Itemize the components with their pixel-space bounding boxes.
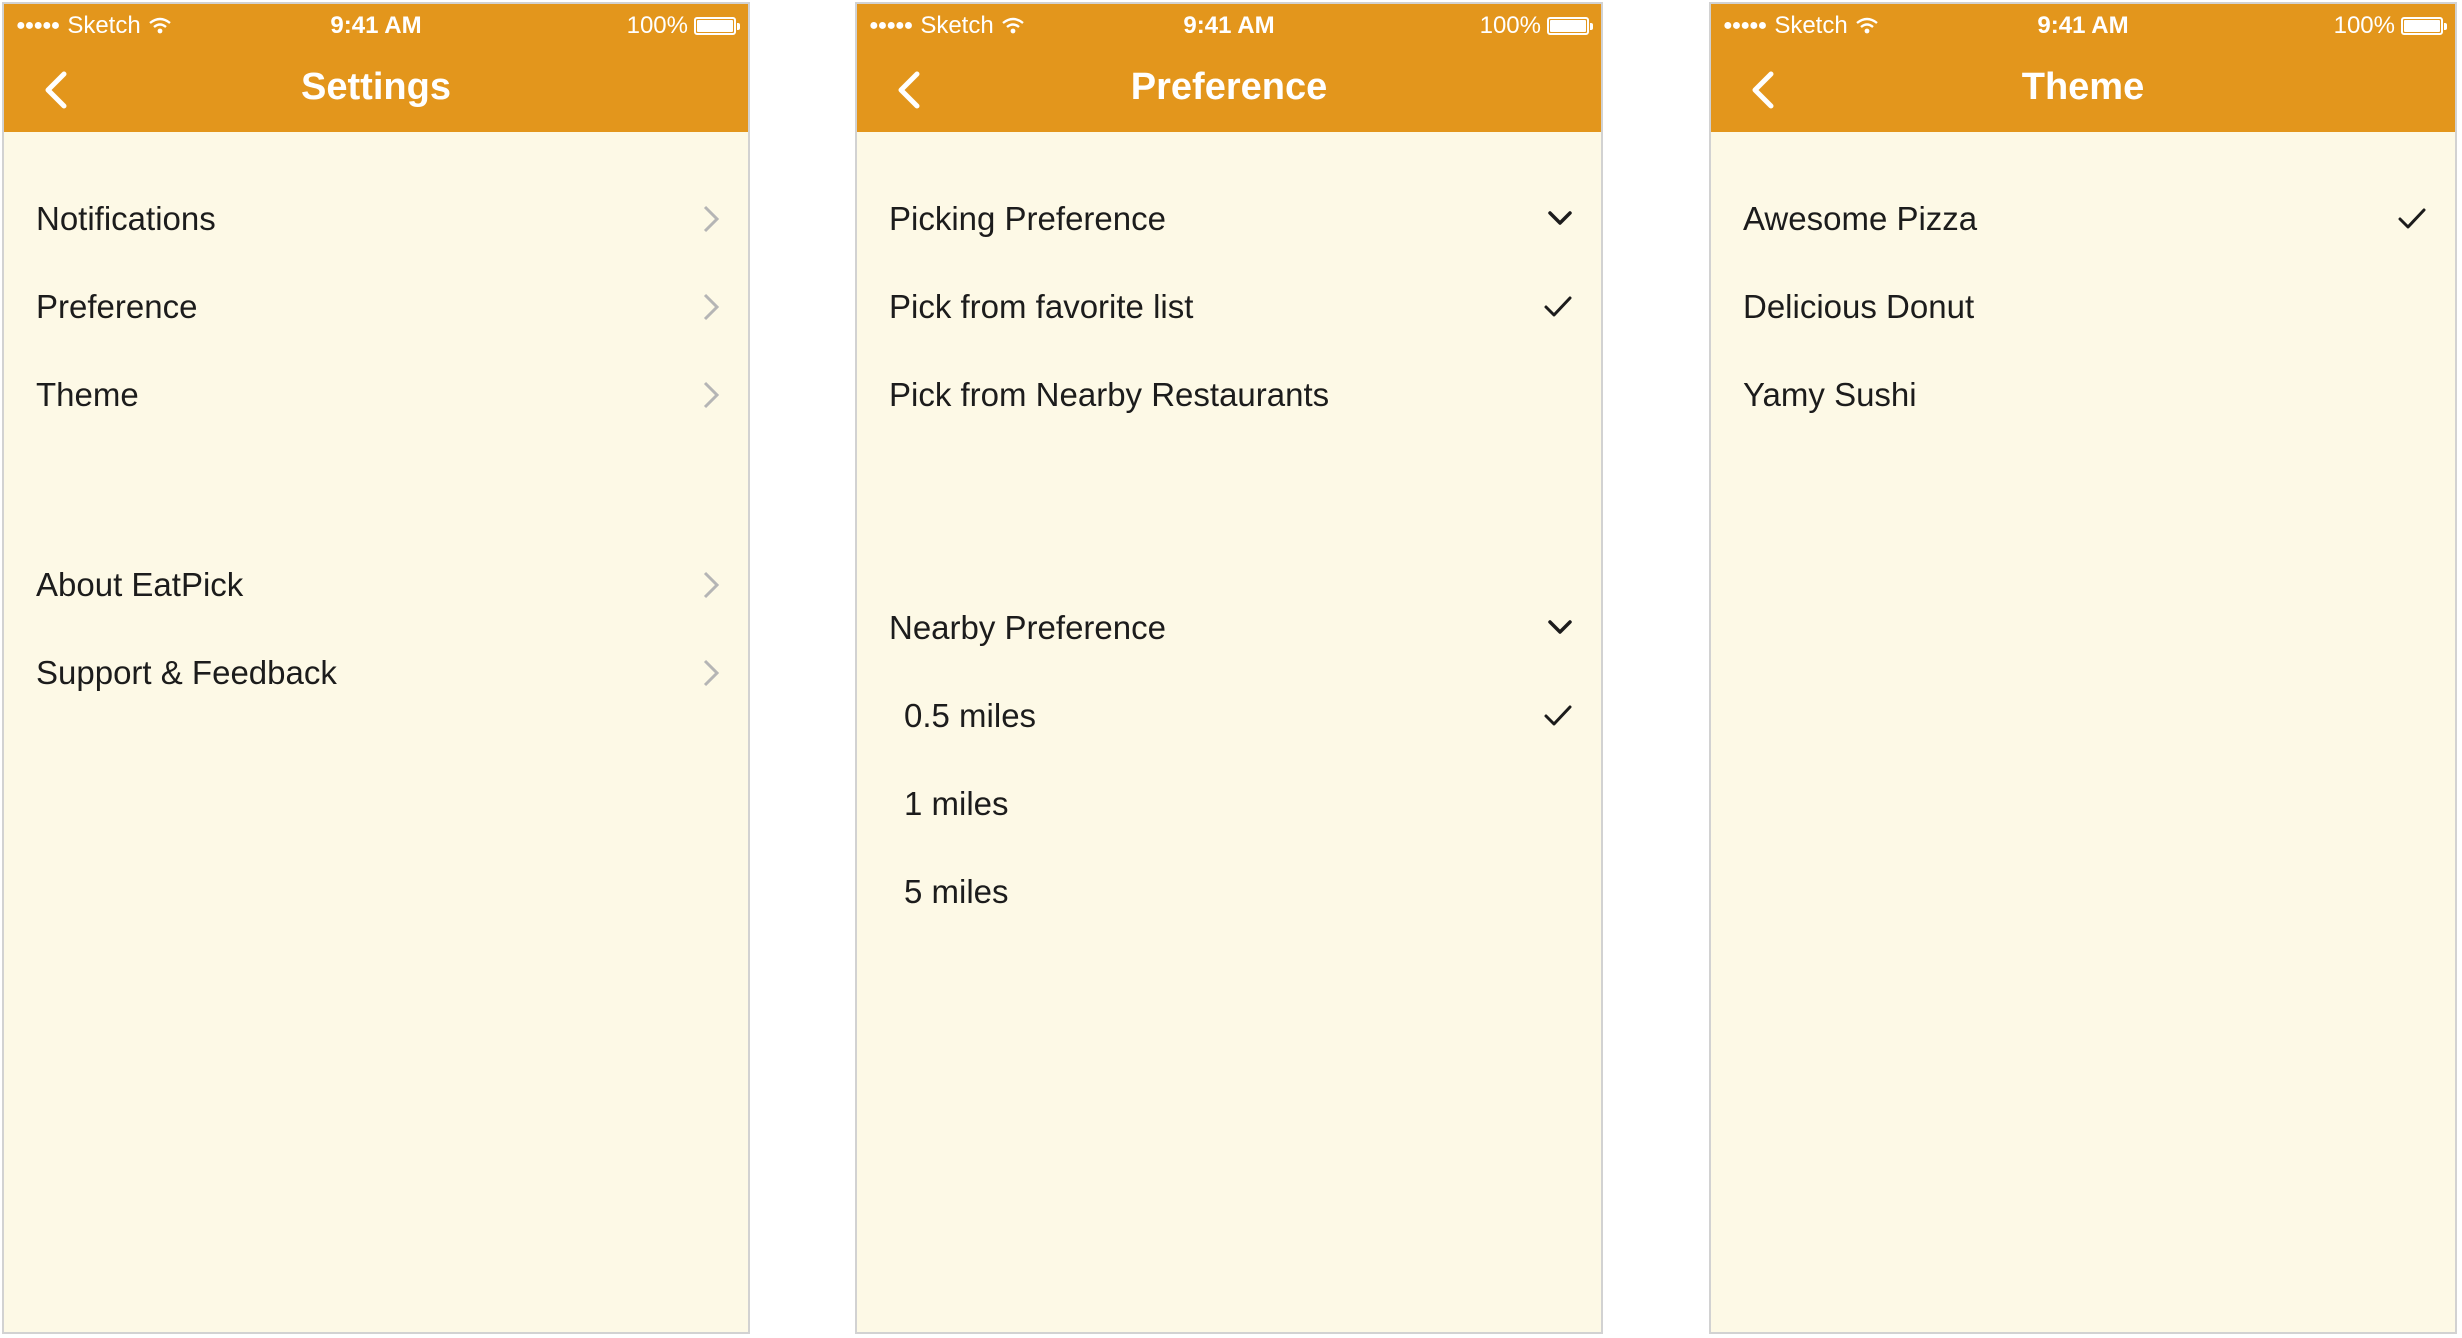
option-label: Yamy Sushi	[1743, 376, 1917, 413]
chevron-right-icon	[703, 293, 720, 321]
option-5-miles[interactable]: 5 miles	[857, 857, 1601, 927]
chevron-right-icon	[703, 205, 720, 233]
status-bar: ●●●●● Sketch 9:41 AM 100%	[857, 4, 1601, 44]
chevron-right-icon	[703, 381, 720, 409]
option-label: Delicious Donut	[1743, 288, 1975, 325]
settings-item-label: Support & Feedback	[36, 654, 337, 691]
checkmark-icon	[1544, 296, 1572, 317]
settings-item-about[interactable]: About EatPick	[4, 550, 748, 620]
battery-percentage: 100%	[2333, 12, 2395, 39]
checkmark-icon	[1544, 705, 1572, 726]
battery-icon	[1547, 17, 1593, 35]
battery-percentage: 100%	[626, 12, 688, 39]
chevron-right-icon	[703, 571, 720, 599]
battery-percentage: 100%	[1479, 12, 1541, 39]
settings-screen: ●●●●● Sketch 9:41 AM 100% Settings Notif…	[2, 2, 750, 1334]
settings-item-notifications[interactable]: Notifications	[4, 184, 748, 254]
option-label: 5 miles	[904, 873, 1009, 910]
navigation-bar: ●●●●● Sketch 9:41 AM 100% Theme	[1711, 4, 2455, 132]
option-0-5-miles[interactable]: 0.5 miles	[857, 681, 1601, 751]
navigation-bar: ●●●●● Sketch 9:41 AM 100% Preference	[857, 4, 1601, 132]
chevron-right-icon	[703, 659, 720, 687]
section-header-label: Picking Preference	[889, 200, 1166, 237]
settings-item-label: Preference	[36, 288, 198, 325]
option-label: 0.5 miles	[904, 697, 1037, 734]
theme-screen: ●●●●● Sketch 9:41 AM 100% Theme Awesome …	[1709, 2, 2457, 1334]
settings-item-preference[interactable]: Preference	[4, 272, 748, 342]
settings-item-theme[interactable]: Theme	[4, 360, 748, 430]
option-1-miles[interactable]: 1 miles	[857, 769, 1601, 839]
picking-preference-header[interactable]: Picking Preference	[857, 184, 1601, 254]
page-title: Preference	[1130, 66, 1328, 108]
section-header-label: Nearby Preference	[889, 609, 1166, 646]
option-label: Pick from Nearby Restaurants	[889, 376, 1330, 413]
nearby-preference-header[interactable]: Nearby Preference	[857, 593, 1601, 663]
option-label: Awesome Pizza	[1743, 200, 1978, 237]
option-label: 1 miles	[904, 785, 1009, 822]
settings-item-label: Notifications	[36, 200, 216, 237]
preference-screen: ●●●●● Sketch 9:41 AM 100% Preference Pic…	[855, 2, 1603, 1334]
chevron-down-icon	[1548, 211, 1572, 225]
option-pick-from-favorite-list[interactable]: Pick from favorite list	[857, 272, 1601, 342]
page-title: Theme	[2021, 66, 2145, 108]
settings-item-support-feedback[interactable]: Support & Feedback	[4, 638, 748, 708]
theme-option-yamy-sushi[interactable]: Yamy Sushi	[1711, 360, 2455, 430]
chevron-down-icon	[1548, 620, 1572, 634]
battery-icon	[694, 17, 740, 35]
page-title: Settings	[301, 66, 451, 108]
navigation-bar: ●●●●● Sketch 9:41 AM 100% Settings	[4, 4, 748, 132]
settings-item-label: Theme	[36, 376, 139, 413]
option-pick-from-nearby-restaurants[interactable]: Pick from Nearby Restaurants	[857, 360, 1601, 430]
theme-option-awesome-pizza[interactable]: Awesome Pizza	[1711, 184, 2455, 254]
settings-item-label: About EatPick	[36, 566, 244, 603]
option-label: Pick from favorite list	[889, 288, 1194, 325]
battery-icon	[2401, 17, 2447, 35]
status-bar: ●●●●● Sketch 9:41 AM 100%	[1711, 4, 2455, 44]
checkmark-icon	[2398, 208, 2426, 229]
status-bar: ●●●●● Sketch 9:41 AM 100%	[4, 4, 748, 44]
theme-option-delicious-donut[interactable]: Delicious Donut	[1711, 272, 2455, 342]
